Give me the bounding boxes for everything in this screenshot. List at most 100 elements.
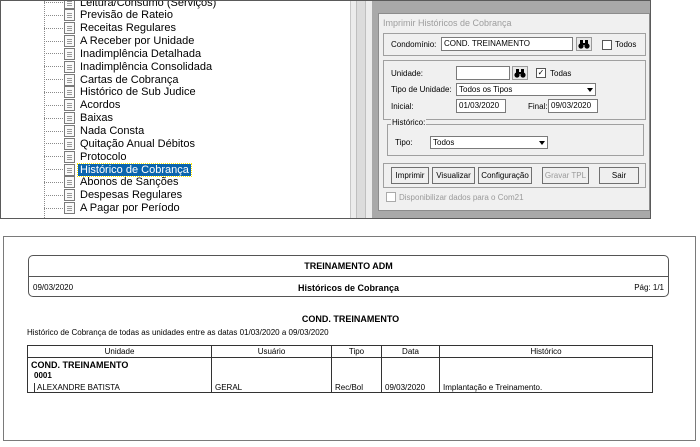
table-row: ALEXANDRE BATISTA GERAL Rec/Bol 09/03/20… [27, 379, 653, 393]
gravar-tpl-button[interactable]: Gravar TPL [542, 167, 589, 184]
tree-item[interactable]: Cartas de Cobrança [44, 73, 180, 86]
report-header-box: TREINAMENTO ADM 09/03/2020 Históricos de… [28, 255, 669, 297]
tree-item-label: Quitação Anual Débitos [80, 137, 195, 150]
document-icon [64, 112, 75, 125]
tree-item[interactable]: Despesas Regulares [44, 189, 184, 202]
tree-item-label: Receitas Regulares [80, 22, 176, 35]
tree-connector [44, 156, 63, 158]
tree-connector [44, 194, 63, 196]
tree-connector [44, 53, 63, 55]
tree-connector [44, 2, 63, 3]
todas-checkbox[interactable]: ✓ [536, 68, 546, 78]
unidade-field[interactable] [456, 66, 510, 80]
tree-item[interactable]: Previsão de Rateio [44, 9, 175, 22]
panel-splitter[interactable] [350, 1, 372, 218]
tree-connector [44, 207, 63, 209]
tree-item[interactable]: Nada Consta [44, 125, 146, 138]
application-window: Leitura/Consumo (Serviços) Previsão de Ra… [0, 0, 651, 219]
sair-button[interactable]: Sair [599, 167, 639, 184]
report-company: TREINAMENTO ADM [304, 261, 393, 271]
chevron-down-icon[interactable] [539, 141, 545, 145]
document-icon [64, 73, 75, 86]
tree-item[interactable]: Histórico de Cobrança [44, 162, 192, 177]
group-name: COND. TREINAMENTO [31, 359, 129, 370]
tree-connector [44, 143, 63, 145]
report-title: Históricos de Cobrança [297, 283, 400, 293]
visualizar-button[interactable]: Visualizar [432, 167, 475, 184]
empty-cell [331, 357, 382, 370]
document-icon [64, 163, 75, 176]
tree-item[interactable]: Protocolo [44, 150, 128, 163]
unidade-label: Unidade: [391, 69, 424, 78]
tipo-unidade-label: Tipo de Unidade: [391, 85, 452, 94]
todos-label: Todos [615, 40, 637, 49]
report-tree: Leitura/Consumo (Serviços) Previsão de Ra… [1, 1, 350, 218]
imprimir-button[interactable]: Imprimir [391, 167, 429, 184]
disponibilizar-checkbox[interactable] [386, 192, 396, 202]
tree-item[interactable]: Receitas Regulares [44, 22, 178, 35]
tree-item[interactable]: Inadimplência Detalhada [44, 47, 203, 60]
tree-item-label: A Receber por Unidade [80, 35, 195, 48]
document-icon [64, 176, 75, 189]
column-header: Data [381, 345, 440, 358]
tipo-unidade-select[interactable]: Todos os Tipos [456, 83, 596, 96]
tipo-historico-value: Todos [433, 138, 455, 147]
buttons-group: Imprimir Visualizar Configuração Gravar … [383, 163, 646, 188]
condominio-group: Condomínio: COND. TREINAMENTO Todos [383, 33, 646, 56]
unidade-group: Unidade: ✓ Todas Tipo de Unidade: Todos … [383, 60, 646, 120]
tree-item[interactable]: Inadimplência Consolidada [44, 60, 214, 73]
report-description: Histórico de Cobrança de todas as unidad… [27, 328, 329, 337]
tree-item-label: Cartas de Cobrança [80, 73, 179, 86]
empty-cell [211, 369, 332, 380]
unit-code-cell: 0001 [27, 369, 212, 380]
data-cell: 09/03/2020 [381, 379, 440, 393]
empty-cell [211, 357, 332, 370]
binoculars-search-icon[interactable] [576, 37, 592, 51]
tree-item[interactable]: Leitura/Consumo (Serviços) [44, 1, 218, 9]
tree-item-label: Histórico de Cobrança [77, 162, 192, 177]
inicial-date-field[interactable]: 01/03/2020 [456, 99, 506, 113]
tree-item-label: Nada Consta [80, 125, 145, 137]
tree-item[interactable]: Abonos de Sanções [44, 176, 180, 189]
tree-item[interactable]: A Receber por Unidade [44, 35, 196, 48]
empty-cell [439, 357, 653, 370]
disponibilizar-label: Disponibilizar dados para o Com21 [399, 193, 524, 202]
empty-cell [381, 369, 440, 380]
tipo-unidade-value: Todos os Tipos [459, 85, 513, 94]
tree-connector [44, 181, 63, 183]
tipo-cell: Rec/Bol [331, 379, 382, 393]
condominio-field[interactable]: COND. TREINAMENTO [441, 37, 573, 51]
table-row: COND. TREINAMENTO [27, 357, 653, 370]
tree-item-label: Histórico de Sub Judice [80, 86, 196, 99]
report-page: Pág: 1/1 [634, 283, 664, 292]
tree-connector [44, 130, 63, 132]
tree-item-label: Inadimplência Detalhada [80, 47, 202, 60]
tipo-historico-select[interactable]: Todos [430, 136, 548, 149]
tree-item[interactable]: Quitação Anual Débitos [44, 137, 197, 150]
tree-item[interactable]: Acordos [44, 99, 122, 112]
document-icon [64, 202, 75, 215]
document-icon [64, 47, 75, 60]
configuracao-button[interactable]: Configuração [478, 167, 532, 184]
historico-group: Tipo: Todos [387, 124, 644, 156]
header-divider [29, 276, 668, 277]
binoculars-search-icon[interactable] [512, 66, 528, 80]
document-icon [64, 125, 75, 137]
inicial-label: Inicial: [391, 102, 414, 111]
column-header: Unidade [27, 345, 212, 358]
unidade-value: ALEXANDRE BATISTA [34, 383, 120, 392]
tree-item-label: Baixas [80, 112, 114, 125]
tree-item-label: Abonos de Sanções [80, 176, 179, 189]
chevron-down-icon[interactable] [587, 88, 593, 92]
tree-item[interactable]: Histórico de Sub Judice [44, 86, 198, 99]
tree-connector [44, 91, 63, 93]
tree-connector [44, 79, 63, 81]
tree-item[interactable]: Baixas [44, 112, 115, 125]
final-date-field[interactable]: 09/03/2020 [548, 99, 598, 113]
todos-checkbox[interactable] [602, 40, 612, 50]
tree-item-label: Despesas Regulares [80, 189, 183, 202]
document-icon [64, 99, 75, 112]
splitter-bar[interactable] [356, 1, 366, 218]
condominio-label: Condomínio: [391, 40, 437, 49]
tree-item[interactable]: A Pagar por Período [44, 202, 182, 215]
